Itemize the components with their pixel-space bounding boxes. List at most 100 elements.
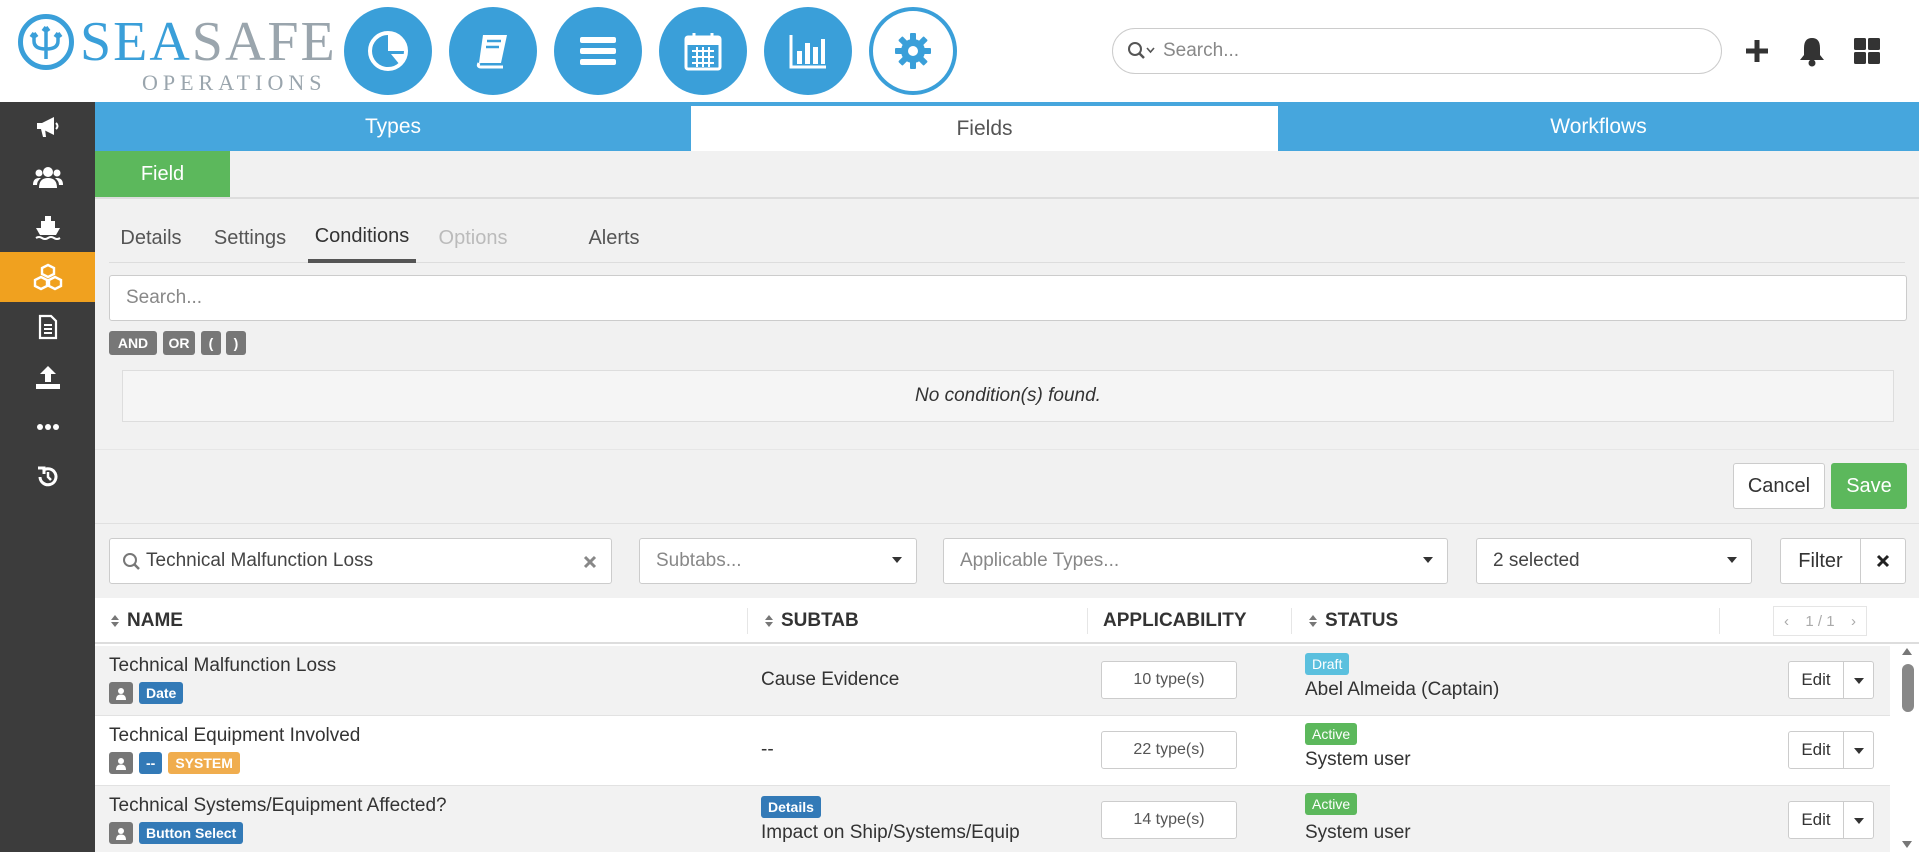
table-header: NAME SUBTAB APPLICABILITY STATUS ‹ 1 / 1… — [95, 598, 1919, 644]
more-icon — [36, 424, 59, 430]
nav-calendar-button[interactable] — [659, 7, 747, 95]
edit-menu-toggle[interactable] — [1844, 731, 1874, 769]
sidebar-item-modules[interactable] — [0, 252, 95, 302]
prev-page-button[interactable]: ‹ — [1784, 613, 1789, 630]
user-icon — [109, 682, 133, 704]
sidebar-item-users[interactable] — [0, 152, 95, 202]
global-search-input[interactable] — [1163, 40, 1683, 62]
status-user: Abel Almeida (Captain) — [1305, 679, 1500, 700]
subtab-alerts[interactable]: Alerts — [579, 213, 649, 263]
apps-button[interactable] — [1850, 34, 1884, 68]
tab-workflows[interactable]: Workflows — [1278, 102, 1919, 151]
nav-reports-button[interactable] — [764, 7, 852, 95]
field-type-badge: Date — [139, 682, 184, 704]
table-row[interactable]: Technical Malfunction Loss Date Cause Ev… — [95, 646, 1890, 716]
scroll-thumb[interactable] — [1902, 664, 1914, 712]
save-button[interactable]: Save — [1831, 463, 1907, 509]
column-header-status[interactable]: STATUS — [1307, 598, 1398, 644]
trident-icon — [18, 14, 74, 70]
field-badges: Button Select — [109, 822, 244, 844]
close-paren-button[interactable]: ) — [226, 331, 246, 355]
types-filter-select[interactable]: Applicable Types... — [943, 538, 1448, 584]
edit-menu-toggle[interactable] — [1844, 661, 1874, 699]
status-badge: Active — [1305, 793, 1358, 815]
types-filter-placeholder: Applicable Types... — [960, 550, 1120, 571]
calendar-icon — [684, 33, 722, 71]
subtab-options: Options — [438, 226, 508, 249]
chevron-down-icon — [1727, 557, 1737, 563]
status-filter-value: 2 selected — [1493, 550, 1580, 571]
scroll-down-icon[interactable] — [1902, 841, 1912, 848]
column-header-subtab[interactable]: SUBTAB — [763, 598, 859, 644]
history-icon — [37, 466, 57, 487]
divider — [1087, 608, 1088, 634]
column-header-name[interactable]: NAME — [109, 598, 183, 644]
scroll-up-icon[interactable] — [1902, 648, 1912, 655]
nav-list-button[interactable] — [554, 7, 642, 95]
sidebar-item-more[interactable] — [0, 402, 95, 452]
table-scrollbar[interactable] — [1895, 644, 1919, 852]
plus-icon — [1746, 40, 1768, 62]
status-filter-select[interactable]: 2 selected — [1476, 538, 1752, 584]
nav-dashboard-button[interactable] — [344, 7, 432, 95]
applicability-button[interactable]: 10 type(s) — [1101, 661, 1237, 699]
tab-types[interactable]: Types — [95, 102, 691, 151]
megaphone-icon — [36, 117, 58, 137]
content-area: Field Details Settings Conditions Option… — [95, 151, 1919, 852]
table-row[interactable]: Technical Equipment Involved -- SYSTEM -… — [95, 716, 1890, 786]
gear-icon — [895, 33, 931, 69]
subtab-details[interactable]: Details — [109, 213, 193, 263]
chevron-down-icon — [1423, 557, 1433, 563]
edit-button[interactable]: Edit — [1788, 801, 1844, 839]
sidebar-item-history[interactable] — [0, 452, 95, 502]
field-badges: -- SYSTEM — [109, 752, 240, 774]
sort-icon — [765, 615, 773, 627]
divider — [95, 523, 1919, 524]
notifications-button[interactable] — [1795, 34, 1829, 68]
page-indicator: 1 / 1 — [1805, 612, 1835, 630]
subtab-badge: Details — [761, 796, 821, 818]
edit-menu-toggle[interactable] — [1844, 801, 1874, 839]
logo-subtitle: OPERATIONS — [142, 70, 327, 95]
sidebar-item-announcements[interactable] — [0, 102, 95, 152]
field-tab[interactable]: Field — [95, 151, 230, 197]
name-filter-input[interactable]: Technical Malfunction Loss — [109, 538, 612, 584]
cancel-button[interactable]: Cancel — [1733, 463, 1825, 509]
nav-manual-button[interactable] — [449, 7, 537, 95]
global-search[interactable] — [1112, 28, 1722, 74]
sidebar-item-documents[interactable] — [0, 302, 95, 352]
or-operator-button[interactable]: OR — [163, 331, 195, 355]
subtab-settings[interactable]: Settings — [205, 213, 295, 263]
close-icon — [1876, 554, 1890, 568]
sidebar-item-fleet[interactable] — [0, 202, 95, 252]
applicability-button[interactable]: 14 type(s) — [1101, 801, 1237, 839]
nav-settings-button[interactable] — [869, 7, 957, 95]
table-row[interactable]: Technical Systems/Equipment Affected? Bu… — [95, 786, 1890, 852]
edit-button[interactable]: Edit — [1788, 731, 1844, 769]
and-operator-button[interactable]: AND — [109, 331, 157, 355]
conditions-search-input[interactable] — [109, 275, 1907, 321]
sort-icon — [1309, 615, 1317, 627]
field-subtab: -- — [761, 739, 774, 760]
bar-chart-icon — [789, 35, 826, 69]
add-button[interactable] — [1740, 34, 1774, 68]
seasafe-logo[interactable]: SEASAFE OPERATIONS — [18, 12, 335, 95]
next-page-button[interactable]: › — [1851, 613, 1856, 630]
filter-button[interactable]: Filter — [1780, 538, 1860, 584]
clear-filter-button[interactable] — [1860, 538, 1906, 584]
field-type-badge: Button Select — [139, 822, 244, 844]
edit-button[interactable]: Edit — [1788, 661, 1844, 699]
subtab-conditions[interactable]: Conditions — [308, 213, 416, 263]
field-badges: Date — [109, 682, 184, 704]
tab-fields[interactable]: Fields — [691, 102, 1278, 151]
open-paren-button[interactable]: ( — [201, 331, 221, 355]
sidebar-item-upload[interactable] — [0, 352, 95, 402]
clear-icon[interactable] — [583, 555, 597, 569]
users-icon — [32, 167, 63, 188]
name-filter-value: Technical Malfunction Loss — [146, 550, 374, 571]
subtabs-filter-select[interactable]: Subtabs... — [639, 538, 917, 584]
system-badge: SYSTEM — [168, 752, 240, 774]
applicability-button[interactable]: 22 type(s) — [1101, 731, 1237, 769]
bell-icon — [1800, 38, 1824, 67]
divider — [95, 449, 1919, 450]
